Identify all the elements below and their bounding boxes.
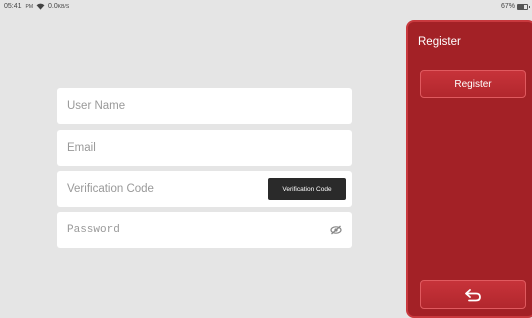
battery-percent: 67% — [500, 3, 515, 10]
email-placeholder: Email — [67, 142, 96, 154]
back-arrow-icon — [465, 288, 481, 301]
email-field[interactable]: Email — [57, 130, 352, 166]
network-speed: 0.0KB/S — [48, 3, 70, 10]
verification-code-field[interactable]: Verification Code Verification Code — [57, 171, 352, 207]
register-side-panel: Register Register — [406, 20, 532, 318]
username-field[interactable]: User Name — [57, 88, 352, 124]
verification-code-placeholder: Verification Code — [67, 183, 154, 195]
hide-password-eye-icon[interactable] — [330, 225, 342, 235]
password-field[interactable]: Password — [57, 212, 352, 248]
password-placeholder: Password — [67, 224, 120, 236]
status-left: 05:41 PM 0.0KB/S — [4, 3, 69, 10]
status-ampm: PM — [25, 3, 34, 10]
panel-title: Register — [418, 36, 461, 48]
username-placeholder: User Name — [67, 100, 126, 112]
get-verification-code-button[interactable]: Verification Code — [268, 178, 346, 200]
status-right: 67% — [500, 3, 530, 10]
status-bar: 05:41 PM 0.0KB/S 67% — [0, 0, 532, 14]
wifi-icon — [36, 3, 45, 10]
status-time: 05:41 — [4, 3, 22, 10]
battery-icon — [517, 3, 530, 10]
register-button[interactable]: Register — [420, 70, 526, 98]
back-button[interactable] — [420, 280, 526, 309]
